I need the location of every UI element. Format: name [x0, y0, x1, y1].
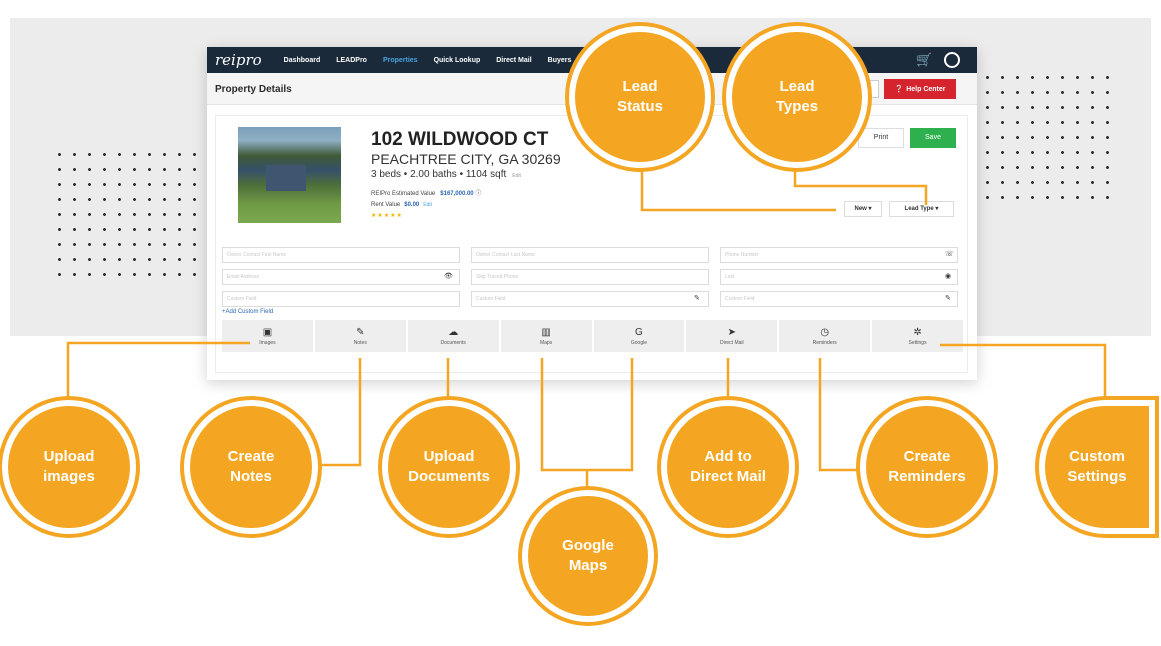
callout-line: Direct Mail: [690, 468, 766, 485]
callout-line: Create: [227, 448, 275, 465]
callout-line: images: [43, 468, 95, 485]
callout-upload-images: Upload images: [8, 406, 130, 528]
callout-line: Maps: [568, 557, 608, 574]
callout-line: Types: [775, 98, 819, 115]
callout-direct-mail: Add to Direct Mail: [667, 406, 789, 528]
callout-line: Notes: [230, 468, 272, 485]
callout-google-maps: Google Maps: [528, 496, 648, 616]
callout-line: Lead: [622, 78, 658, 95]
callout-upload-documents: Upload Documents: [388, 406, 510, 528]
callout-lead-types: Lead Types: [732, 32, 862, 162]
callout-text: Create Reminders: [888, 447, 966, 487]
callout-line: Add to: [704, 448, 752, 465]
callout-text: Create Notes: [228, 447, 275, 487]
callout-line: Google: [562, 537, 614, 554]
callout-text: Upload images: [43, 447, 95, 487]
callout-text: Lead Status: [617, 77, 663, 117]
callout-line: Upload: [423, 448, 475, 465]
callout-line: Status: [617, 98, 663, 115]
callout-text: Google Maps: [562, 536, 614, 576]
callout-lead-status: Lead Status: [575, 32, 705, 162]
callout-line: Reminders: [888, 468, 966, 485]
callout-line: Documents: [408, 468, 490, 485]
callout-line: Settings: [1067, 468, 1127, 485]
callout-reminders: Create Reminders: [866, 406, 988, 528]
callout-text: Upload Documents: [408, 447, 490, 487]
callout-create-notes: Create Notes: [190, 406, 312, 528]
illustration-stage: reipro Dashboard LEADPro Properties Quic…: [0, 0, 1161, 646]
callout-text: Custom Settings: [1067, 447, 1126, 487]
callout-line: Custom: [1069, 448, 1125, 465]
callout-text: Lead Types: [776, 77, 818, 117]
callout-line: Upload: [43, 448, 95, 465]
callout-text: Add to Direct Mail: [690, 447, 766, 487]
callout-line: Create: [903, 448, 951, 465]
callout-line: Lead: [779, 78, 815, 95]
